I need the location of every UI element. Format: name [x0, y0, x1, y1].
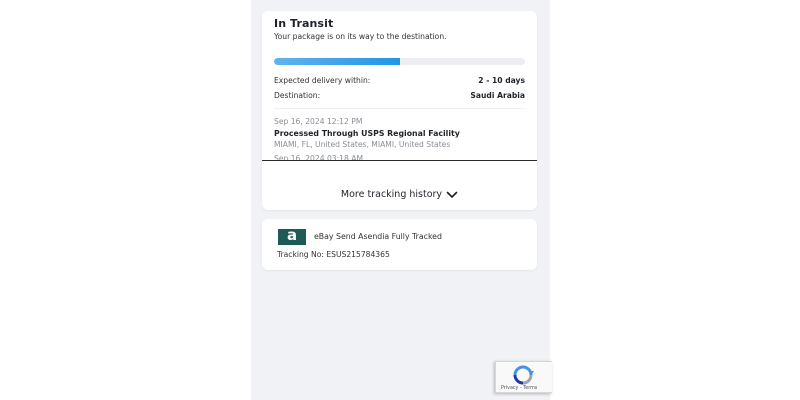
destination-label: Destination:	[274, 91, 321, 100]
more-tracking-history-button[interactable]: More tracking history	[262, 189, 537, 200]
expected-delivery-label: Expected delivery within:	[274, 76, 371, 85]
recaptcha-badge[interactable]: Privacy - Terms	[495, 361, 552, 393]
carrier-name: eBay Send Asendia Fully Tracked	[314, 232, 442, 241]
recaptcha-icon	[513, 365, 534, 385]
asendia-logo: a	[278, 226, 306, 245]
expected-delivery-row: Expected delivery within: 2 - 10 days	[274, 76, 525, 85]
status-description: Your package is on its way to the destin…	[274, 32, 447, 41]
history-fade	[262, 161, 537, 210]
progress-bar	[274, 58, 525, 65]
more-tracking-history-label: More tracking history	[340, 189, 443, 200]
expected-delivery-value: 2 - 10 days	[478, 76, 525, 85]
status-title: In Transit	[274, 17, 334, 30]
tracking-card: In Transit Your package is on its way to…	[262, 11, 537, 210]
event-title: Processed Through USPS Regional Facility	[274, 129, 460, 138]
progress-bar-fill	[274, 58, 400, 65]
destination-row: Destination: Saudi Arabia	[274, 91, 525, 100]
carrier-card: a eBay Send Asendia Fully Tracked Tracki…	[262, 219, 537, 270]
chevron-down-icon	[446, 191, 458, 198]
event-location: MIAMI, FL, United States, MIAMI, United …	[274, 140, 451, 149]
event-timestamp: Sep 16, 2024 12:12 PM	[274, 117, 363, 126]
recaptcha-terms-link[interactable]: Privacy - Terms	[501, 386, 537, 391]
tracking-number: Tracking No: ESUS215784365	[277, 250, 390, 259]
logo-letter: a	[286, 226, 298, 244]
destination-value: Saudi Arabia	[470, 91, 525, 100]
tracking-event: Sep 16, 2024 12:12 PM Processed Through …	[274, 117, 525, 149]
divider	[274, 108, 525, 109]
tracking-screen: In Transit Your package is on its way to…	[251, 0, 550, 400]
